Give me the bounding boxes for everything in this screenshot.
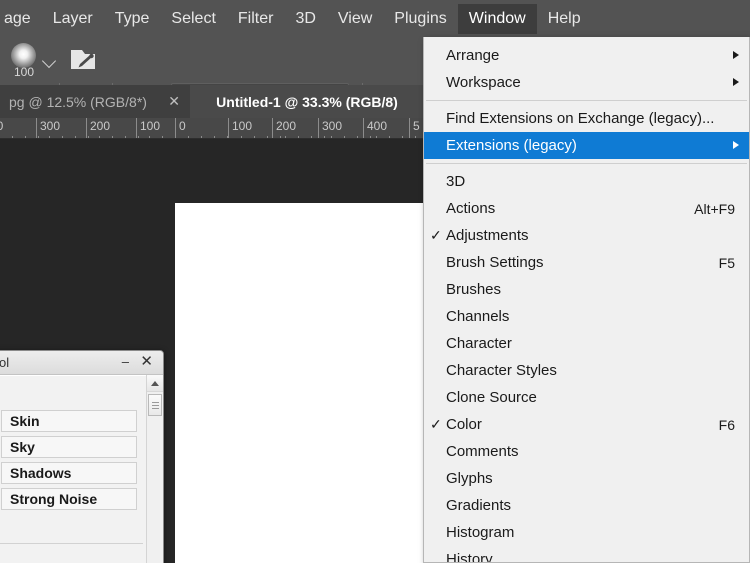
menu-item-label: Comments [446,443,519,460]
panel-title: ol [0,355,10,370]
menu-item-label: Brushes [446,281,502,298]
menu-item-label: Find Extensions on Exchange (legacy)... [446,110,715,127]
menu-item-label: History [446,551,493,563]
horizontal-ruler: 00 300 200 100 0 [0,118,424,139]
list-item-label: Skin [1,410,137,432]
menu-item-label: Actions [446,200,496,217]
artboard[interactable] [175,203,435,563]
submenu-arrow-icon [733,78,739,86]
panel-body: Skin Sky Shadows .. Strong Noise [0,375,163,563]
scroll-up-arrow-icon[interactable] [147,375,163,392]
menubar-item-filter[interactable]: Filter [227,4,285,34]
submenu-arrow-icon [733,51,739,59]
menu-item-glyphs[interactable]: Glyphs [424,465,749,492]
menubar-item-layer[interactable]: Layer [42,4,104,34]
submenu-arrow-icon [733,141,739,149]
menu-item-gradients[interactable]: Gradients [424,492,749,519]
list-item-label: Shadows [1,462,137,484]
menubar-item-select[interactable]: Select [160,4,226,34]
menu-item-label: Gradients [446,497,512,514]
window-menu-dropdown[interactable]: Arrange Workspace Find Extensions on Exc… [423,37,750,563]
menu-item-label: Adjustments [446,227,529,244]
menu-item-adjustments[interactable]: ✓ Adjustments [424,222,749,249]
floating-panel[interactable]: ol – ✕ Skin Sky Shadows .. [0,350,164,563]
menu-item-label: Clone Source [446,389,537,406]
menu-item-label: Brush Settings [446,254,544,271]
menu-item-label: Histogram [446,524,515,541]
menu-item-workspace[interactable]: Workspace [424,69,749,96]
list-item[interactable]: Skin [0,408,143,434]
menu-item-shortcut: F5 [718,254,735,271]
menu-separator [426,100,747,101]
document-tab-active[interactable]: Untitled-1 @ 33.3% (RGB/8) [190,85,424,118]
list-item-label: Strong Noise [1,488,137,510]
menubar-item-window[interactable]: Window [457,3,537,34]
document-tab-label: Untitled-1 @ 33.3% (RGB/8) [216,93,398,110]
list-item[interactable]: Shadows [0,460,143,486]
close-icon[interactable]: ✕ [140,353,153,370]
menu-item-shortcut: Alt+F9 [694,200,735,217]
menu-item-arrange[interactable]: Arrange [424,42,749,69]
menu-item-comments[interactable]: Comments [424,438,749,465]
menubar-item-age[interactable]: age [0,4,42,34]
photoshop-window: age Layer Type Select Filter 3D View Plugins Win… [0,0,750,563]
menu-bar: age Layer Type Select Filter 3D View Plugins Win… [0,0,750,37]
menu-item-character[interactable]: Character [424,330,749,357]
minimize-icon[interactable]: – [122,355,129,369]
menu-item-label: Character [446,335,512,352]
menubar-item-plugins[interactable]: Plugins [383,4,457,34]
document-tab-inactive[interactable]: pg @ 12.5% (RGB/8*) ✕ [0,85,190,118]
soft-round-brush-icon[interactable]: 100 [8,43,38,79]
panel-divider [0,543,143,544]
document-tab-label: pg @ 12.5% (RGB/8*) [9,93,147,110]
menubar-item-view[interactable]: View [327,4,383,34]
panel-title-bar[interactable]: ol – ✕ [0,351,163,375]
panel-scrollbar[interactable] [146,375,163,563]
list-item[interactable]: Sky [0,434,143,460]
brush-size-label: 100 [13,65,35,79]
menubar-item-help[interactable]: Help [537,4,592,34]
menu-item-shortcut: F6 [718,416,735,433]
menu-item-brush-settings[interactable]: Brush Settings F5 [424,249,749,276]
menu-item-label: Glyphs [446,470,493,487]
menu-item-label: Extensions (legacy) [446,137,577,154]
menu-item-label: 3D [446,173,466,190]
menu-item-label: Workspace [446,74,521,91]
menu-separator [426,163,747,164]
menu-item-color[interactable]: ✓ Color F6 [424,411,749,438]
menu-item-label: Color [446,416,482,433]
menu-item-label: Channels [446,308,510,325]
menu-item-label: Character Styles [446,362,557,379]
menu-item-actions[interactable]: Actions Alt+F9 [424,195,749,222]
menu-item-find-extensions-on-exchange[interactable]: Find Extensions on Exchange (legacy)... [424,105,749,132]
checkmark-icon: ✓ [430,416,442,432]
menu-item-history[interactable]: History [424,546,749,563]
panel-list: Skin Sky Shadows .. Strong Noise [0,408,143,512]
menu-item-brushes[interactable]: Brushes [424,276,749,303]
menu-item-label: Arrange [446,47,500,64]
close-icon[interactable]: ✕ [168,94,180,108]
document-tab-bar: pg @ 12.5% (RGB/8*) ✕ Untitled-1 @ 33.3%… [0,85,424,118]
list-item-label: Sky [1,436,137,458]
tool-options-bar: 100 Mode: Normal Opaci [0,37,424,109]
menu-item-histogram[interactable]: Histogram [424,519,749,546]
chevron-down-icon[interactable] [41,53,57,71]
menu-item-character-styles[interactable]: Character Styles [424,357,749,384]
brush-preset-icon[interactable] [68,47,98,73]
menubar-item-type[interactable]: Type [104,4,161,34]
menubar-item-3d[interactable]: 3D [284,4,326,34]
menu-item-channels[interactable]: Channels [424,303,749,330]
checkmark-icon: ✓ [430,227,442,243]
menu-item-extensions-legacy[interactable]: Extensions (legacy) [424,132,749,159]
menu-item-clone-source[interactable]: Clone Source [424,384,749,411]
menu-item-3d[interactable]: 3D [424,168,749,195]
list-item[interactable]: .. Strong Noise [0,486,143,512]
scrollbar-thumb[interactable] [148,394,162,416]
